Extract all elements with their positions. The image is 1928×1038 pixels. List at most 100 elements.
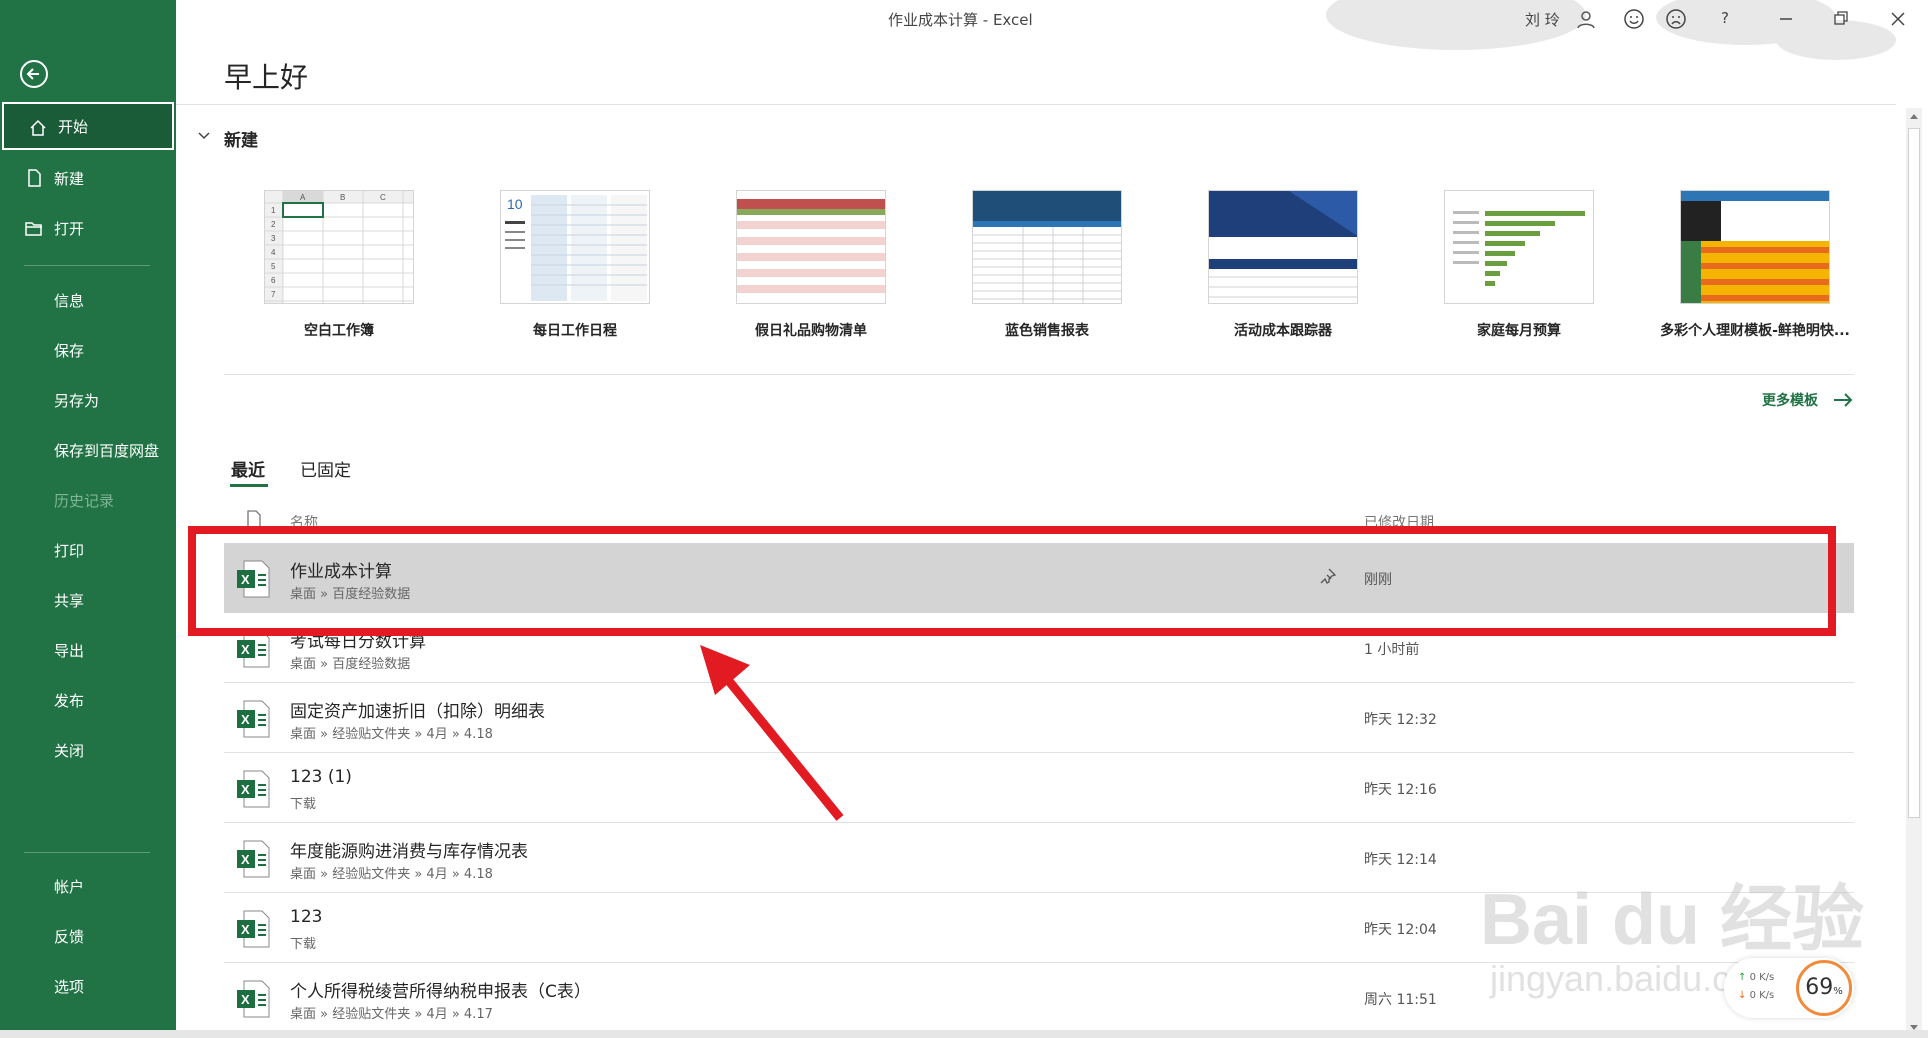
sidebar-item-label: 历史记录 xyxy=(54,491,115,510)
sidebar-item-close[interactable]: 关闭 xyxy=(0,726,176,774)
template-label: 蓝色销售报表 xyxy=(1005,323,1089,339)
sidebar-item-label: 选项 xyxy=(54,977,85,996)
memory-usage-gauge: 69% xyxy=(1796,960,1852,1016)
minimize-icon[interactable] xyxy=(1775,8,1797,30)
sidebar-item-options[interactable]: 选项 xyxy=(0,962,176,1010)
annotation-arrow-icon xyxy=(700,645,844,821)
svg-text:X: X xyxy=(241,922,250,937)
network-speed-widget[interactable]: ↑ 0 K/s ↓ 0 K/s 69% xyxy=(1724,958,1854,1018)
excel-file-icon: X xyxy=(237,980,270,1018)
sidebar-item-save[interactable]: 保存 xyxy=(0,326,176,374)
arrow-right-icon[interactable] xyxy=(1832,392,1854,408)
sidebar-item-account[interactable]: 帐户 xyxy=(0,862,176,910)
greeting: 早上好 xyxy=(224,61,309,94)
template-holiday-gift-list[interactable]: 假日礼品购物清单 xyxy=(696,190,926,340)
templates-divider xyxy=(224,374,1854,375)
sidebar-item-feedback[interactable]: 反馈 xyxy=(0,912,176,960)
template-family-monthly-budget[interactable]: 家庭每月预算 xyxy=(1404,190,1634,340)
scrollbar-thumb[interactable] xyxy=(1908,128,1920,818)
svg-text:A: A xyxy=(300,193,306,202)
template-label: 每日工作日程 xyxy=(533,323,617,339)
user-avatar-icon[interactable] xyxy=(1575,8,1597,30)
svg-text:X: X xyxy=(241,852,250,867)
tab-recent[interactable]: 最近 xyxy=(231,456,265,481)
template-thumbnail: 10 xyxy=(500,190,650,304)
file-path: 下载 xyxy=(290,937,317,952)
sidebar-item-label: 打印 xyxy=(54,541,85,560)
recent-file-row[interactable]: X 123 (1) 下载 昨天 12:16 xyxy=(224,753,1854,823)
sidebar-item-export[interactable]: 导出 xyxy=(0,626,176,674)
more-templates-link[interactable]: 更多模板 xyxy=(1762,390,1818,410)
sidebar-item-share[interactable]: 共享 xyxy=(0,576,176,624)
sidebar-item-label: 打开 xyxy=(54,219,85,238)
tab-pinned[interactable]: 已固定 xyxy=(300,456,351,481)
file-modified-date: 昨天 12:16 xyxy=(1364,782,1437,798)
sidebar-item-print[interactable]: 打印 xyxy=(0,526,176,574)
excel-file-icon: X xyxy=(237,840,270,878)
template-daily-schedule[interactable]: 10 每日工作日程 xyxy=(460,190,690,340)
user-name[interactable]: 刘 玲 xyxy=(1525,9,1560,30)
folder-open-icon xyxy=(25,222,42,236)
download-speed: ↓ 0 K/s xyxy=(1738,990,1775,1001)
sidebar-divider xyxy=(24,852,150,853)
new-section-title[interactable]: 新建 xyxy=(224,126,258,151)
sidebar-item-save-as[interactable]: 另存为 xyxy=(0,376,176,424)
template-thumbnail xyxy=(1680,190,1830,304)
horizontal-scrollbar[interactable] xyxy=(0,1030,1928,1038)
template-label: 多彩个人理财模板-鲜艳明快... xyxy=(1660,323,1850,339)
file-name: 年度能源购进消费与库存情况表 xyxy=(290,842,528,862)
template-label: 家庭每月预算 xyxy=(1477,323,1561,339)
vertical-scrollbar[interactable] xyxy=(1906,108,1922,1038)
svg-text:X: X xyxy=(241,712,250,727)
sidebar-item-open[interactable]: 打开 xyxy=(0,204,176,252)
tab-active-indicator xyxy=(230,484,268,487)
excel-file-icon: X xyxy=(237,700,270,738)
sidebar-item-label: 关闭 xyxy=(54,741,85,760)
template-personal-finance[interactable]: 多彩个人理财模板-鲜艳明快... xyxy=(1640,190,1870,340)
svg-text:X: X xyxy=(241,992,250,1007)
sidebar-item-label: 新建 xyxy=(54,169,85,188)
sidebar-item-publish[interactable]: 发布 xyxy=(0,676,176,724)
baidu-watermark: Bai du 经验 xyxy=(1480,880,1865,960)
new-document-icon xyxy=(28,169,41,187)
file-path: 桌面 » 经验贴文件夹 » 4月 » 4.18 xyxy=(290,867,493,882)
header-divider xyxy=(176,104,1896,105)
smile-feedback-icon[interactable] xyxy=(1623,8,1645,30)
recent-file-row[interactable]: X 固定资产加速折旧（扣除）明细表 桌面 » 经验贴文件夹 » 4月 » 4.1… xyxy=(224,683,1854,753)
template-blue-sales-report[interactable]: 蓝色销售报表 xyxy=(932,190,1162,340)
home-icon xyxy=(30,119,46,136)
file-modified-date: 昨天 12:32 xyxy=(1364,712,1437,728)
chevron-down-icon[interactable] xyxy=(197,131,211,141)
template-thumbnail xyxy=(972,190,1122,304)
sidebar-item-label: 帐户 xyxy=(54,877,85,896)
file-path: 桌面 » 百度经验数据 xyxy=(290,657,411,672)
frown-feedback-icon[interactable] xyxy=(1665,8,1687,30)
template-blank-workbook[interactable]: A B C 1 2 3 4 5 6 7 空白工作簿 xyxy=(224,190,454,340)
help-icon[interactable]: ? xyxy=(1721,9,1729,27)
file-name: 固定资产加速折旧（扣除）明细表 xyxy=(290,702,545,722)
file-path: 下载 xyxy=(290,797,317,812)
upload-speed: ↑ 0 K/s xyxy=(1738,972,1775,983)
back-arrow-icon[interactable] xyxy=(20,60,48,88)
sidebar-item-save-baidu[interactable]: 保存到百度网盘 xyxy=(0,426,176,474)
download-speed-value: 0 K/s xyxy=(1749,990,1775,1001)
file-path: 桌面 » 经验贴文件夹 » 4月 » 4.18 xyxy=(290,727,493,742)
annotation-highlight-box xyxy=(188,526,1836,636)
restore-icon[interactable] xyxy=(1830,8,1852,30)
sidebar-item-label: 开始 xyxy=(58,117,89,136)
template-event-cost-tracker[interactable]: 活动成本跟踪器 xyxy=(1168,190,1398,340)
svg-text:5: 5 xyxy=(271,262,276,271)
scroll-up-icon[interactable] xyxy=(1909,112,1919,120)
file-modified-date: 周六 11:51 xyxy=(1364,992,1437,1008)
sidebar-item-new[interactable]: 新建 xyxy=(0,154,176,202)
sidebar-item-info[interactable]: 信息 xyxy=(0,276,176,324)
svg-text:C: C xyxy=(380,193,386,202)
sidebar-item-home[interactable]: 开始 xyxy=(2,102,174,150)
svg-text:10: 10 xyxy=(507,196,523,212)
svg-text:2: 2 xyxy=(271,220,276,229)
svg-text:X: X xyxy=(241,782,250,797)
template-thumbnail xyxy=(1444,190,1594,304)
svg-text:X: X xyxy=(241,642,250,657)
template-thumbnail xyxy=(736,190,886,304)
close-icon[interactable] xyxy=(1887,8,1909,30)
